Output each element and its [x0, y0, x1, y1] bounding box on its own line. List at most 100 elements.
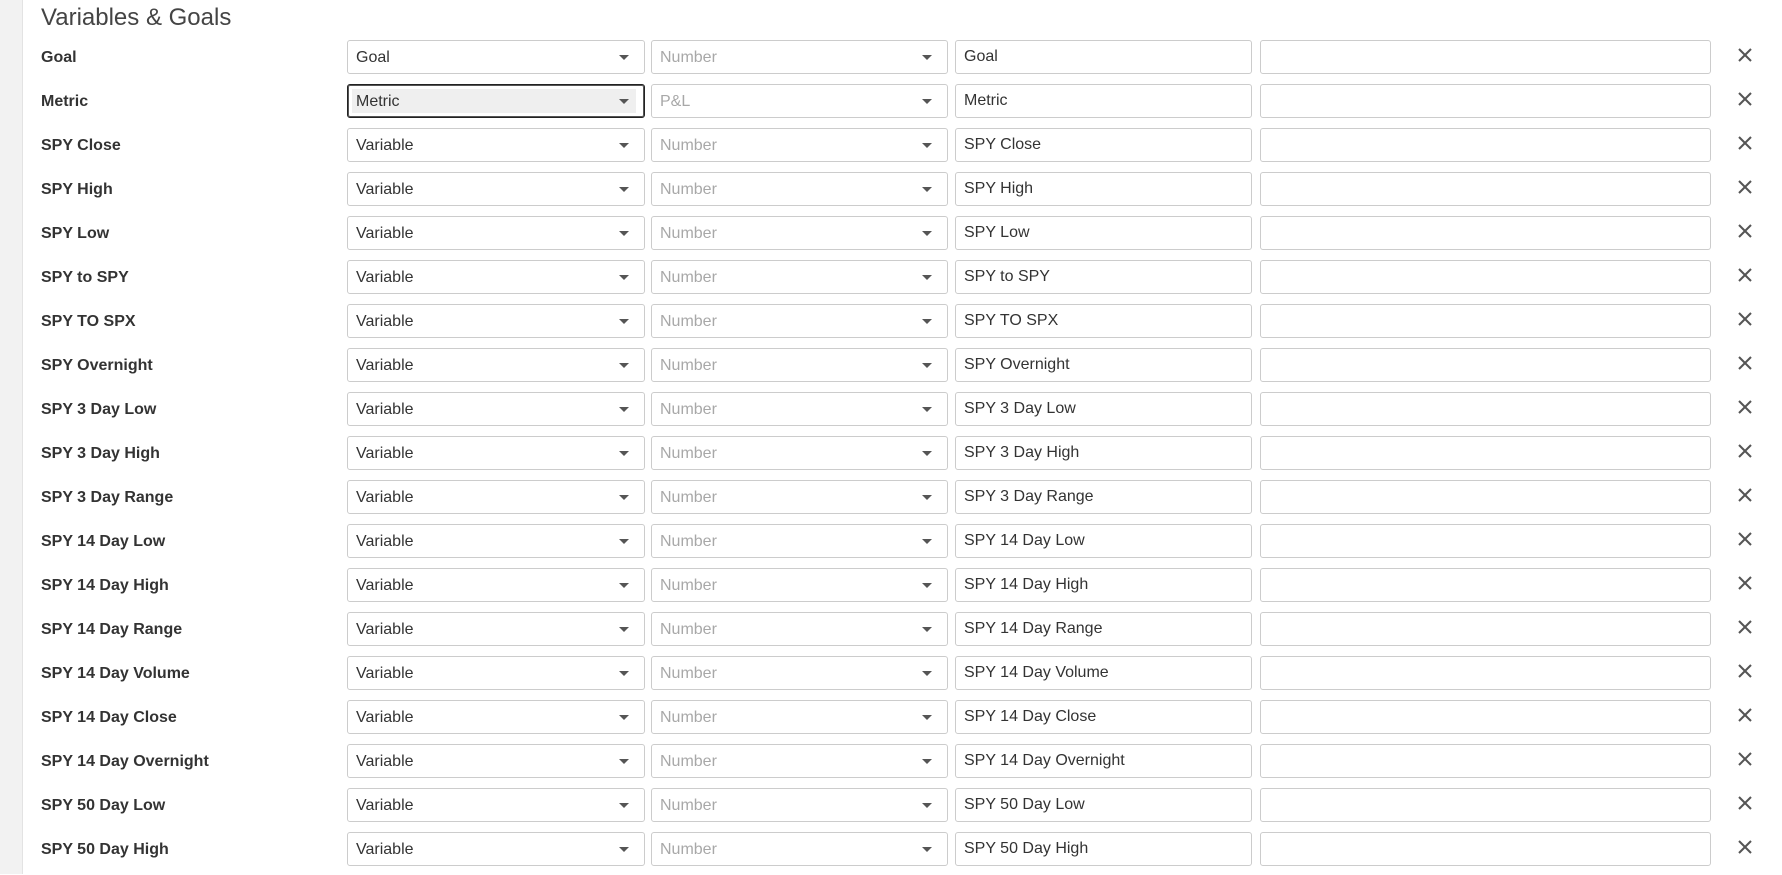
format-select[interactable]: Number: [651, 216, 948, 250]
format-select[interactable]: Number: [651, 568, 948, 602]
format-select[interactable]: P&L: [651, 84, 948, 118]
variable-name-input[interactable]: [955, 744, 1252, 778]
variable-name-input[interactable]: [955, 524, 1252, 558]
variable-value-input[interactable]: [1260, 656, 1711, 690]
variable-name-input[interactable]: [955, 304, 1252, 338]
remove-row-button[interactable]: [1735, 133, 1755, 153]
variable-value-input[interactable]: [1260, 436, 1711, 470]
format-select[interactable]: Number: [651, 260, 948, 294]
variable-name-input[interactable]: [955, 172, 1252, 206]
remove-row-button[interactable]: [1735, 661, 1755, 681]
type-select[interactable]: Variable: [347, 700, 645, 734]
variable-name-input[interactable]: [955, 656, 1252, 690]
remove-row-button[interactable]: [1735, 573, 1755, 593]
format-select[interactable]: Number: [651, 392, 948, 426]
format-select[interactable]: Number: [651, 172, 948, 206]
remove-row-button[interactable]: [1735, 617, 1755, 637]
remove-row-button[interactable]: [1735, 705, 1755, 725]
variable-value-input[interactable]: [1260, 700, 1711, 734]
type-select[interactable]: Variable: [347, 612, 645, 646]
format-select[interactable]: Number: [651, 832, 948, 866]
variable-name-input[interactable]: [955, 392, 1252, 426]
variable-value-input[interactable]: [1260, 84, 1711, 118]
remove-row-button[interactable]: [1735, 837, 1755, 857]
variable-name-input[interactable]: [955, 128, 1252, 162]
type-select[interactable]: Variable: [347, 172, 645, 206]
format-select[interactable]: Number: [651, 524, 948, 558]
variable-value-input[interactable]: [1260, 744, 1711, 778]
type-select[interactable]: Variable: [347, 744, 645, 778]
variable-name-input[interactable]: [955, 832, 1252, 866]
variable-label: SPY 3 Day High: [41, 445, 160, 462]
type-select[interactable]: Variable: [347, 524, 645, 558]
type-select[interactable]: Variable: [347, 260, 645, 294]
type-select[interactable]: Metric: [347, 84, 645, 118]
variable-value-input[interactable]: [1260, 304, 1711, 338]
variable-value-input[interactable]: [1260, 568, 1711, 602]
variable-value-input[interactable]: [1260, 260, 1711, 294]
type-select[interactable]: Variable: [347, 216, 645, 250]
variable-value-input[interactable]: [1260, 128, 1711, 162]
remove-row-button[interactable]: [1735, 221, 1755, 241]
remove-row-button[interactable]: [1735, 397, 1755, 417]
variable-row: SPY Low Variable Number: [22, 215, 1782, 259]
variable-name-input[interactable]: [955, 568, 1252, 602]
remove-row-button[interactable]: [1735, 485, 1755, 505]
variable-name-input[interactable]: [955, 260, 1252, 294]
format-select[interactable]: Number: [651, 304, 948, 338]
type-select[interactable]: Variable: [347, 304, 645, 338]
type-select[interactable]: Variable: [347, 568, 645, 602]
format-select[interactable]: Number: [651, 744, 948, 778]
remove-row-button[interactable]: [1735, 353, 1755, 373]
format-select[interactable]: Number: [651, 612, 948, 646]
variable-name-input[interactable]: [955, 480, 1252, 514]
variable-value-input[interactable]: [1260, 392, 1711, 426]
variable-name-input[interactable]: [955, 348, 1252, 382]
close-icon: [1738, 92, 1752, 106]
remove-row-button[interactable]: [1735, 441, 1755, 461]
remove-row-button[interactable]: [1735, 529, 1755, 549]
type-select[interactable]: Variable: [347, 436, 645, 470]
variable-name-input[interactable]: [955, 788, 1252, 822]
format-select[interactable]: Number: [651, 700, 948, 734]
format-select[interactable]: Number: [651, 436, 948, 470]
variable-name-input[interactable]: [955, 40, 1252, 74]
remove-row-button[interactable]: [1735, 177, 1755, 197]
variable-value-input[interactable]: [1260, 832, 1711, 866]
variable-row: SPY 14 Day Volume Variable Number: [22, 655, 1782, 699]
remove-row-button[interactable]: [1735, 793, 1755, 813]
variable-name-input[interactable]: [955, 436, 1252, 470]
format-select[interactable]: Number: [651, 788, 948, 822]
variable-value-input[interactable]: [1260, 40, 1711, 74]
format-select[interactable]: Number: [651, 348, 948, 382]
variable-name-input[interactable]: [955, 700, 1252, 734]
format-select[interactable]: Number: [651, 480, 948, 514]
remove-row-button[interactable]: [1735, 749, 1755, 769]
remove-row-button[interactable]: [1735, 89, 1755, 109]
format-select[interactable]: Number: [651, 128, 948, 162]
variable-value-input[interactable]: [1260, 480, 1711, 514]
type-select[interactable]: Variable: [347, 656, 645, 690]
type-select[interactable]: Variable: [347, 348, 645, 382]
variable-value-input[interactable]: [1260, 172, 1711, 206]
remove-row-button[interactable]: [1735, 45, 1755, 65]
variable-value-input[interactable]: [1260, 524, 1711, 558]
format-select-value: Number: [660, 445, 717, 462]
remove-row-button[interactable]: [1735, 309, 1755, 329]
type-select[interactable]: Variable: [347, 480, 645, 514]
type-select[interactable]: Variable: [347, 788, 645, 822]
type-select[interactable]: Variable: [347, 832, 645, 866]
variable-name-input[interactable]: [955, 216, 1252, 250]
variable-value-input[interactable]: [1260, 612, 1711, 646]
variable-value-input[interactable]: [1260, 216, 1711, 250]
format-select[interactable]: Number: [651, 40, 948, 74]
type-select[interactable]: Variable: [347, 392, 645, 426]
remove-row-button[interactable]: [1735, 265, 1755, 285]
variable-value-input[interactable]: [1260, 348, 1711, 382]
type-select[interactable]: Variable: [347, 128, 645, 162]
format-select[interactable]: Number: [651, 656, 948, 690]
variable-name-input[interactable]: [955, 84, 1252, 118]
variable-value-input[interactable]: [1260, 788, 1711, 822]
type-select[interactable]: Goal: [347, 40, 645, 74]
variable-name-input[interactable]: [955, 612, 1252, 646]
